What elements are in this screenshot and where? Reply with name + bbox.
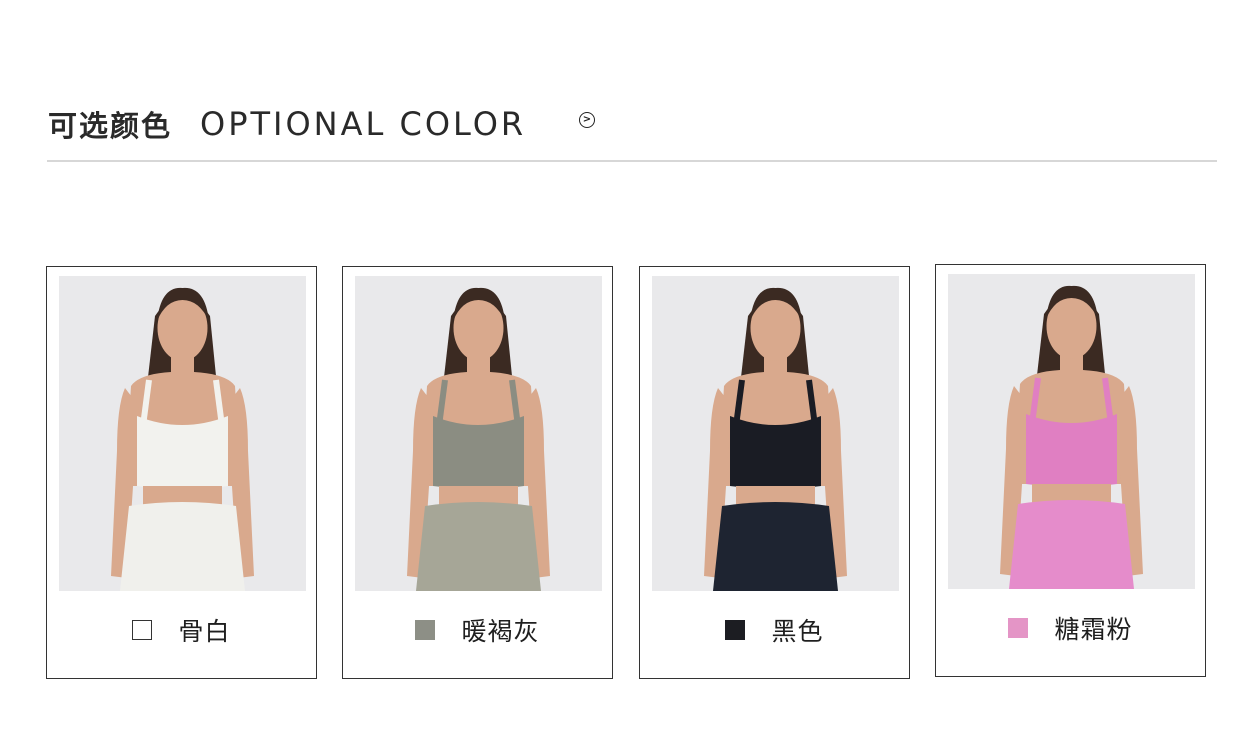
color-name: 黑色: [771, 617, 824, 646]
color-swatch: [1008, 618, 1029, 638]
color-name: 暖褐灰: [461, 617, 540, 646]
color-swatch: [132, 620, 153, 640]
circle-arrow-right-icon[interactable]: >: [579, 112, 595, 128]
section-title-cn: 可选颜色: [48, 109, 173, 143]
color-swatch: [725, 620, 746, 640]
model-illustration: [1000, 285, 1143, 589]
header-divider: [47, 160, 1217, 162]
product-photo: [59, 276, 306, 591]
color-card-bone-white[interactable]: 骨白: [46, 266, 317, 679]
model-illustration: [704, 287, 847, 591]
color-card-warm-taupe[interactable]: 暖褐灰: [342, 266, 613, 679]
product-photo: [355, 276, 602, 591]
color-label: 暖褐灰: [343, 612, 612, 648]
model-illustration: [407, 287, 550, 591]
section-title-en: OPTIONAL COLOR: [200, 105, 527, 143]
model-illustration: [111, 287, 254, 591]
color-card-black[interactable]: 黑色: [639, 266, 910, 679]
color-name: 骨白: [178, 617, 231, 646]
section-header: 可选颜色 OPTIONAL COLOR: [48, 100, 526, 148]
product-photo: [652, 276, 899, 591]
product-photo: [948, 274, 1195, 589]
color-card-frosting-pink[interactable]: 糖霜粉: [935, 264, 1206, 677]
color-label: 糖霜粉: [936, 610, 1205, 646]
color-name: 糖霜粉: [1054, 615, 1133, 644]
color-label: 骨白: [47, 612, 316, 648]
color-label: 黑色: [640, 612, 909, 648]
color-swatch: [415, 620, 436, 640]
